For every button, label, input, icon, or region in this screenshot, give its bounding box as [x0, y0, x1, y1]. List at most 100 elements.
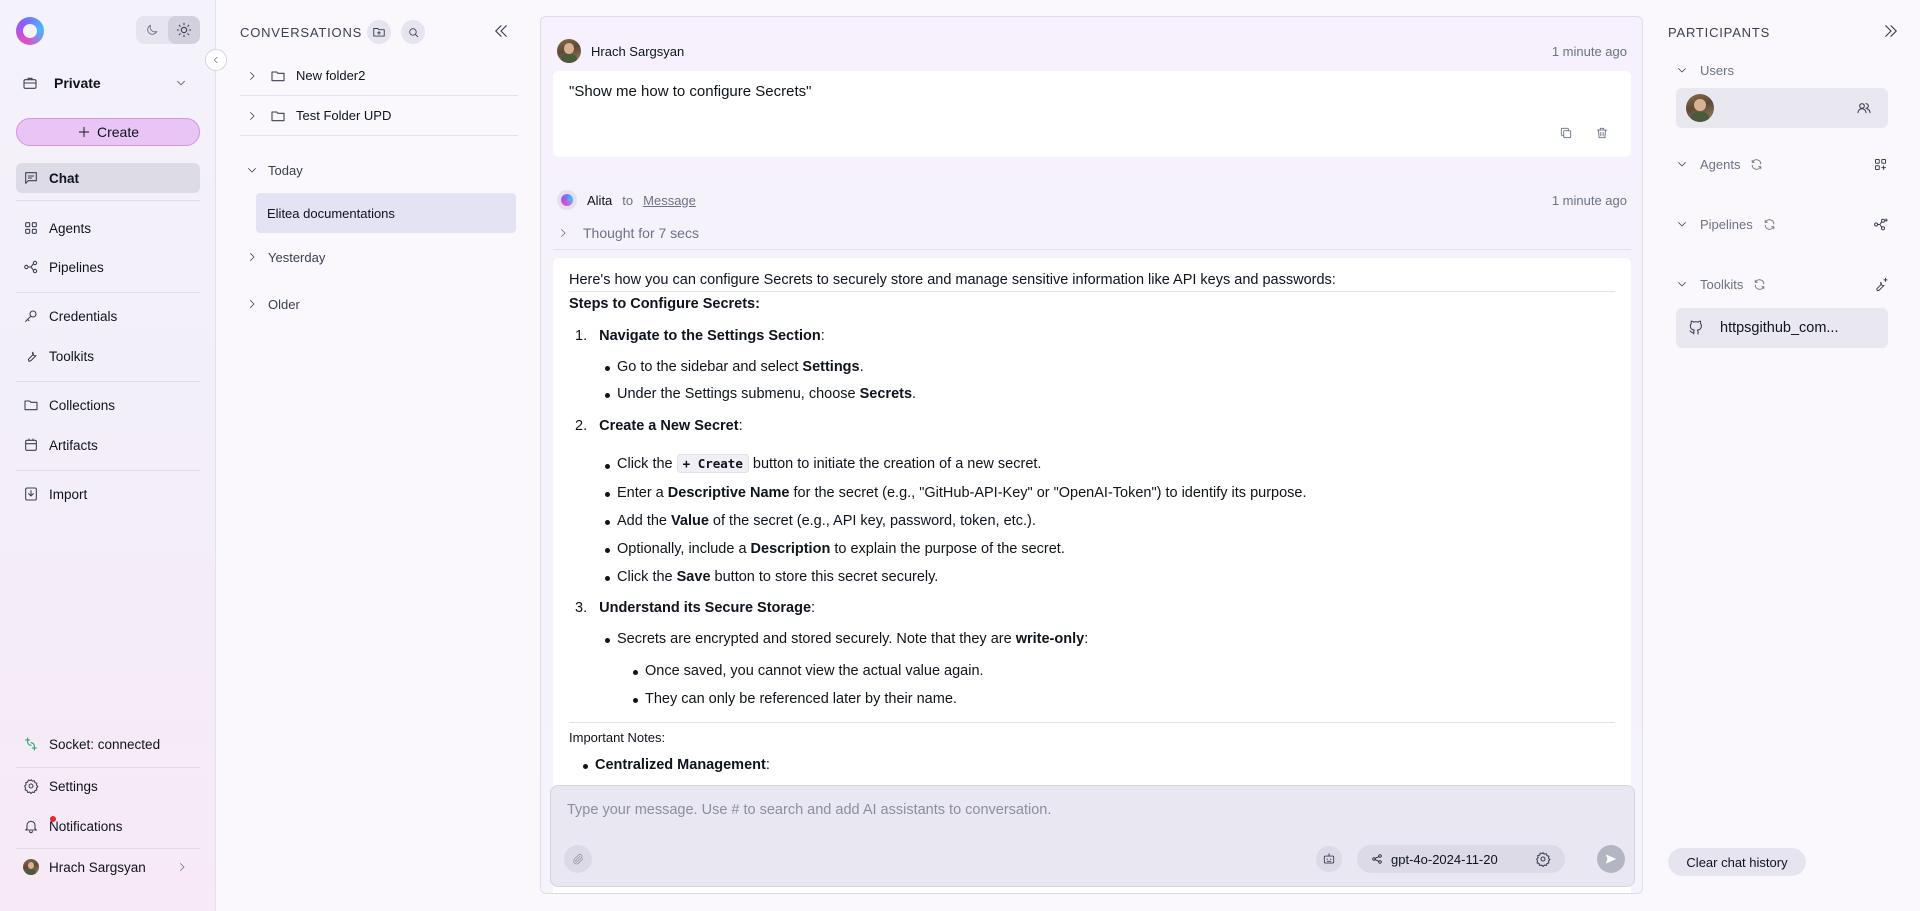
message-author: Hrach Sargsyan [591, 43, 685, 59]
user-name: Hrach Sargsyan [49, 859, 146, 875]
chat-panel: Hrach Sargsyan 1 minute ago "Show me how… [540, 16, 1643, 894]
chevron-right-icon [176, 861, 188, 873]
double-chevron-right-icon[interactable] [1882, 22, 1900, 40]
answer-intro: Here's how you can configure Secrets to … [569, 272, 1336, 288]
conversation-item[interactable]: Elitea documentations [256, 193, 516, 233]
bell-icon [23, 818, 39, 834]
toolkit-item[interactable]: httpsgithub_com... [1676, 308, 1888, 348]
user-participant[interactable] [1676, 88, 1888, 128]
text: for the secret (e.g., "GitHub-API-Key" o… [789, 485, 1307, 501]
key-icon [23, 308, 39, 324]
thought-label: Thought for 7 secs [583, 225, 699, 241]
text: Click the [617, 569, 677, 585]
project-selector[interactable]: Private [16, 67, 200, 99]
thought-toggle[interactable]: Thought for 7 secs [557, 225, 699, 241]
settings-item[interactable]: Settings [16, 771, 200, 801]
bullet [605, 393, 610, 398]
moon-icon[interactable] [136, 16, 168, 44]
bullet [605, 492, 610, 497]
message-target-link[interactable]: Message [643, 193, 696, 208]
grid-icon [23, 220, 39, 236]
notifications-item[interactable]: Notifications [16, 811, 200, 841]
send-button[interactable] [1597, 845, 1625, 873]
text: Add the [617, 513, 672, 529]
notifications-label: Notifications [49, 818, 123, 834]
refresh-icon[interactable] [1753, 278, 1766, 291]
bold-text: Save [676, 569, 711, 585]
folder-item[interactable]: New folder2 [240, 56, 518, 96]
group-yesterday[interactable]: Yesterday [240, 243, 518, 271]
users-section[interactable]: Users [1676, 59, 1888, 81]
avatar [557, 39, 581, 63]
step-number: 2. [575, 418, 588, 434]
user-message-text: "Show me how to configure Secrets" [569, 83, 812, 100]
gear-icon[interactable] [1535, 851, 1551, 867]
divider [569, 722, 1615, 723]
trash-icon[interactable] [1590, 121, 1614, 145]
user-message: "Show me how to configure Secrets" [553, 71, 1631, 157]
bullet [633, 670, 638, 675]
new-folder-button[interactable] [367, 20, 391, 44]
group-older[interactable]: Older [240, 290, 518, 318]
refresh-icon[interactable] [1763, 218, 1776, 231]
text: Secrets are encrypted and stored securel… [617, 631, 1016, 647]
double-chevron-left-icon[interactable] [492, 22, 510, 40]
search-conversations-button[interactable] [401, 20, 425, 44]
group-today[interactable]: Today [240, 156, 518, 184]
message-input[interactable]: Type your message. Use # to search and a… [567, 802, 1051, 818]
nav-item-artifacts[interactable]: Artifacts [16, 430, 200, 460]
agents-section[interactable]: Agents [1676, 153, 1888, 175]
add-assistant-button[interactable] [1316, 846, 1342, 872]
group-label: Yesterday [268, 249, 326, 265]
import-icon [23, 486, 39, 502]
nav-item-credentials[interactable]: Credentials [16, 301, 200, 331]
nav-item-collections[interactable]: Collections [16, 390, 200, 420]
add-toolkit-icon[interactable] [1873, 277, 1888, 292]
toolkits-section[interactable]: Toolkits [1676, 273, 1888, 295]
folder-icon [270, 68, 286, 84]
collapse-sidebar-button[interactable] [205, 49, 227, 71]
create-button[interactable]: Create [16, 118, 200, 146]
user-profile[interactable]: Hrach Sargsyan [16, 852, 200, 882]
chevron-down-icon [1676, 278, 1688, 290]
nav-item-chat[interactable]: Chat [16, 163, 200, 193]
model-selector[interactable]: gpt-4o-2024-11-20 [1357, 845, 1565, 873]
theme-toggle[interactable] [136, 16, 200, 44]
nav-item-toolkits[interactable]: Toolkits [16, 341, 200, 371]
nav-item-pipelines[interactable]: Pipelines [16, 252, 200, 282]
nav-item-import[interactable]: Import [16, 479, 200, 509]
nav-divider [16, 470, 200, 471]
pipelines-section[interactable]: Pipelines [1676, 213, 1888, 235]
add-agent-icon[interactable] [1873, 157, 1888, 172]
nav-label: Collections [49, 397, 116, 413]
group-label: Today [268, 162, 303, 178]
nav-divider [16, 200, 200, 201]
step-1: 1. Navigate to the Settings Section: [575, 328, 825, 344]
text: Enter a [617, 485, 668, 501]
bullet [605, 638, 610, 643]
nav-label: Agents [49, 220, 92, 236]
chevron-down-icon [174, 76, 188, 90]
step-title: Navigate to the Settings Section [599, 328, 821, 344]
text: Under the Settings submenu, choose [617, 386, 860, 402]
folder-item[interactable]: Test Folder UPD [240, 96, 518, 136]
step-3: 3. Understand its Secure Storage: [575, 600, 816, 616]
refresh-icon[interactable] [1750, 158, 1763, 171]
conversations-panel: CONVERSATIONS New folder2 Test Folder UP… [217, 0, 523, 911]
users-icon[interactable] [1856, 100, 1872, 116]
add-pipeline-icon[interactable] [1873, 217, 1888, 232]
message-composer[interactable]: Type your message. Use # to search and a… [550, 785, 1635, 887]
folder-icon [270, 108, 286, 124]
clear-chat-history-button[interactable]: Clear chat history [1668, 848, 1806, 876]
left-navigation: Private Create Chat Agents Pipelines Cre… [0, 0, 227, 911]
bold-text: Secrets [859, 386, 913, 402]
sun-icon[interactable] [168, 16, 200, 44]
step2-bullet-1: Click the + Create button to initiate th… [617, 454, 1041, 473]
socket-status: Socket: connected [16, 729, 200, 759]
bold-text: Value [671, 513, 709, 529]
nav-item-agents[interactable]: Agents [16, 213, 200, 243]
copy-icon[interactable] [1554, 121, 1578, 145]
user-message-header: Hrach Sargsyan 1 minute ago [557, 39, 1627, 63]
app-logo[interactable] [16, 17, 44, 45]
attach-button[interactable] [564, 845, 592, 873]
